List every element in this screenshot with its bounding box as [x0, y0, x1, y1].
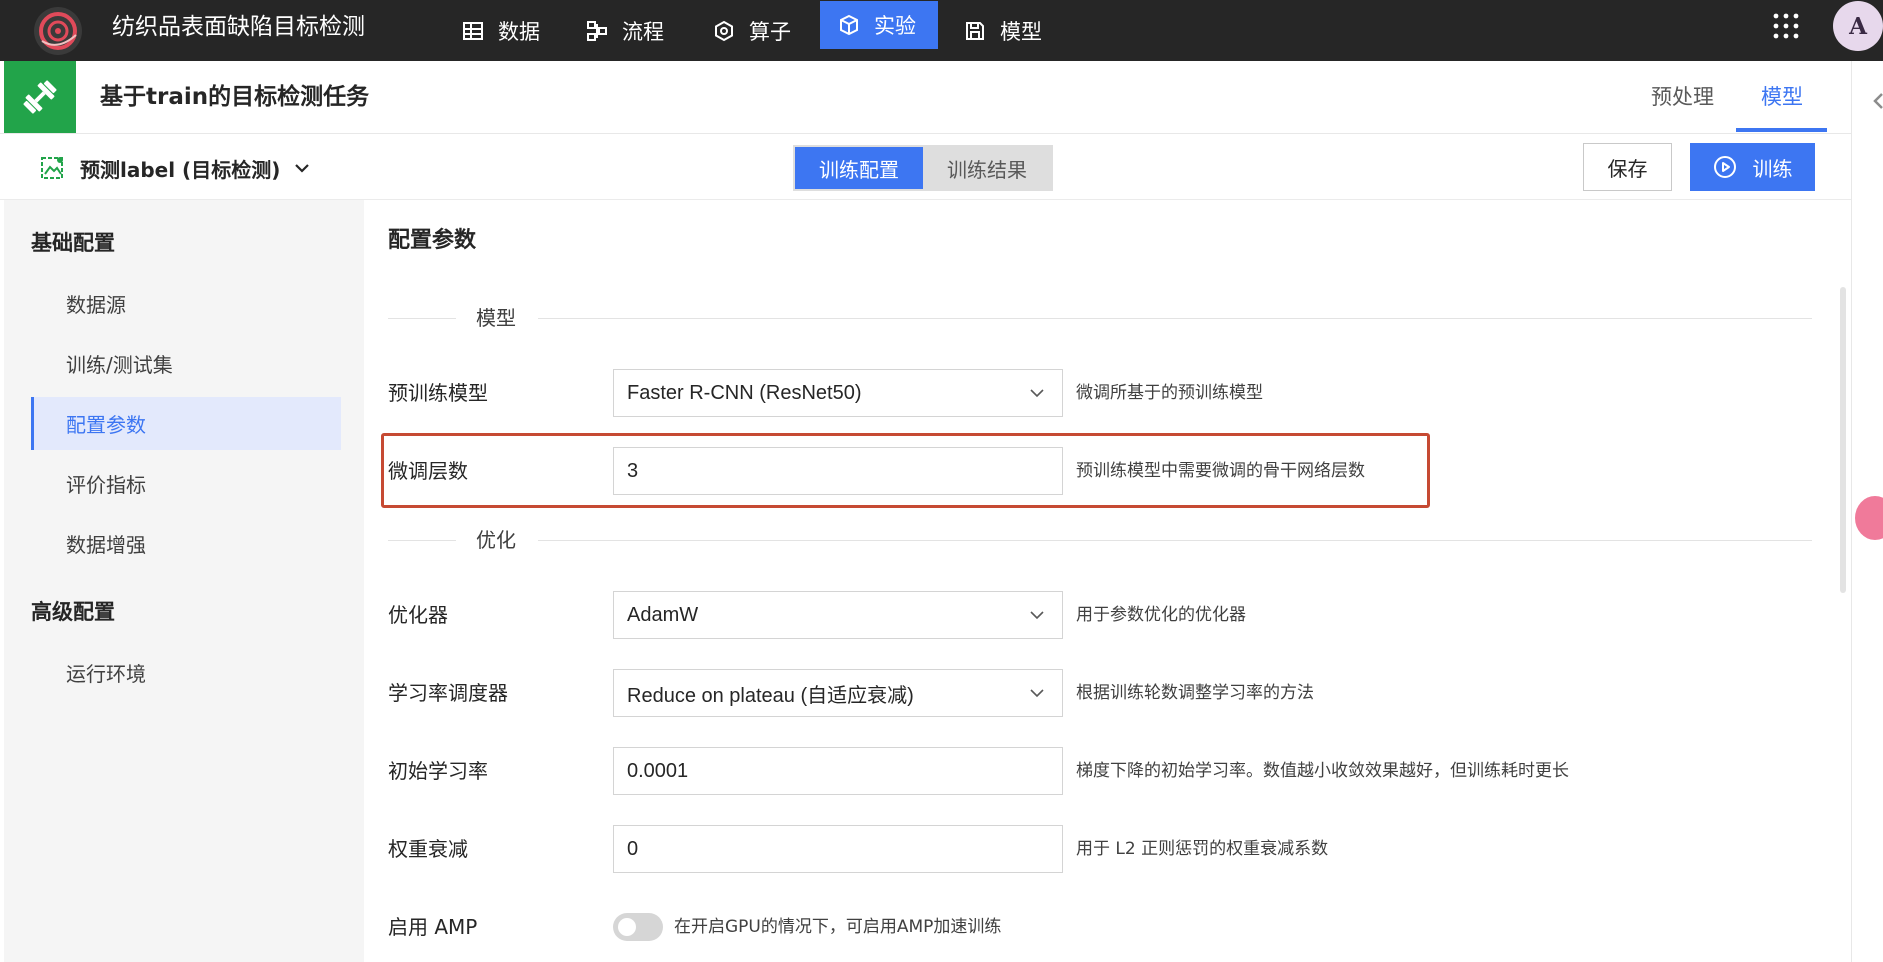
nav-item-label: 算子	[749, 19, 791, 44]
nav-item-experiment[interactable]: 实验	[820, 1, 938, 49]
section-optimization: 优化	[388, 525, 1812, 555]
section-label: 模型	[476, 306, 516, 330]
initial-lr-input[interactable]: 0.0001	[613, 747, 1063, 795]
lr-scheduler-select[interactable]: Reduce on plateau (自适应衰减)	[613, 669, 1063, 717]
dataset-select-label: 预测label (目标检测)	[80, 157, 281, 182]
weight-decay-input[interactable]: 0	[613, 825, 1063, 873]
form-row-lr-scheduler: 学习率调度器 Reduce on plateau (自适应衰减) 根据训练轮数调…	[388, 668, 1808, 718]
divider	[388, 318, 456, 319]
config-sidebar: 基础配置 数据源 训练/测试集 配置参数 评价指标 数据增强 高级配置 运行环境	[4, 200, 364, 962]
scrollbar-thumb[interactable]	[1840, 287, 1846, 593]
highlight-box	[381, 433, 1430, 508]
apps-grid-icon[interactable]	[1772, 12, 1800, 40]
divider	[538, 318, 1812, 319]
segment-train-result[interactable]: 训练结果	[923, 147, 1051, 189]
sidebar-item-config-params[interactable]: 配置参数	[31, 397, 341, 450]
train-button-label: 训练	[1752, 156, 1793, 181]
field-hint: 用于参数优化的优化器	[1076, 605, 1246, 625]
chevron-down-icon	[1030, 611, 1044, 620]
tab-model[interactable]: 模型	[1761, 82, 1803, 112]
flow-icon	[587, 20, 607, 41]
segment-train-config[interactable]: 训练配置	[795, 147, 923, 189]
field-hint: 用于 L2 正则惩罚的权重衰减系数	[1076, 839, 1329, 859]
chevron-left-icon[interactable]	[1871, 92, 1883, 110]
field-label: 权重衰减	[388, 837, 468, 861]
field-hint: 在开启GPU的情况下，可启用AMP加速训练	[674, 917, 1002, 937]
image-detect-icon	[41, 157, 63, 179]
nav-item-label: 实验	[874, 14, 916, 38]
nav-item-flow[interactable]: 流程	[586, 0, 664, 61]
top-navbar: 纺织品表面缺陷目标检测 数据 流程 算子 实验 模型 A	[0, 0, 1883, 61]
dumbbell-icon	[23, 80, 57, 114]
sidebar-item-augmentation[interactable]: 数据增强	[31, 517, 341, 570]
chevron-down-icon	[1030, 689, 1044, 698]
field-label: 预训练模型	[388, 381, 488, 405]
field-hint: 根据训练轮数调整学习率的方法	[1076, 683, 1314, 703]
pretrained-model-select[interactable]: Faster R-CNN (ResNet50)	[613, 369, 1063, 417]
assistant-float-icon[interactable]	[1855, 496, 1883, 540]
tab-preprocess[interactable]: 预处理	[1651, 82, 1714, 112]
page-title: 配置参数	[388, 228, 477, 253]
sidebar-item-runtime-env[interactable]: 运行环境	[31, 646, 341, 699]
select-value: AdamW	[627, 603, 699, 626]
form-row-pretrained-model: 预训练模型 Faster R-CNN (ResNet50) 微调所基于的预训练模…	[388, 368, 1808, 418]
section-model: 模型	[388, 303, 1812, 333]
form-row-optimizer: 优化器 AdamW 用于参数优化的优化器	[388, 590, 1808, 640]
sidebar-group-advanced: 高级配置	[31, 600, 115, 624]
dataset-select[interactable]: 预测label (目标检测)	[40, 152, 310, 184]
chevron-down-icon	[295, 164, 310, 173]
task-title: 基于train的目标检测任务	[100, 84, 370, 110]
sidebar-group-basic: 基础配置	[31, 231, 115, 255]
train-button[interactable]: 训练	[1690, 143, 1815, 191]
sidebar-item-data-source[interactable]: 数据源	[31, 277, 341, 330]
save-icon	[966, 21, 984, 40]
task-icon-box	[4, 61, 76, 133]
user-avatar[interactable]: A	[1833, 1, 1883, 51]
active-tab-indicator	[1736, 128, 1827, 132]
sidebar-item-metrics[interactable]: 评价指标	[31, 457, 341, 510]
form-row-weight-decay: 权重衰减 0 用于 L2 正则惩罚的权重衰减系数	[388, 824, 1808, 874]
header-divider	[0, 133, 1851, 134]
section-label: 优化	[476, 528, 516, 552]
divider	[538, 540, 1812, 541]
field-hint: 微调所基于的预训练模型	[1076, 383, 1263, 403]
panel-divider	[1851, 61, 1852, 962]
select-value: Reduce on plateau (自适应衰减)	[627, 684, 914, 707]
nav-item-label: 流程	[622, 19, 664, 44]
amp-toggle[interactable]	[613, 913, 663, 941]
app-title: 纺织品表面缺陷目标检测	[112, 14, 365, 40]
field-label: 优化器	[388, 603, 448, 627]
input-value: 0	[627, 837, 639, 860]
nav-item-data[interactable]: 数据	[462, 0, 540, 61]
nav-item-label: 模型	[1000, 19, 1042, 44]
input-value: 0.0001	[627, 759, 689, 782]
toggle-knob	[618, 918, 636, 936]
cube-icon	[840, 14, 858, 36]
field-hint: 梯度下降的初始学习率。数值越小收敛效果越好，但训练耗时更长	[1076, 761, 1569, 781]
view-segmented-control: 训练配置 训练结果	[793, 145, 1053, 191]
field-label: 学习率调度器	[388, 681, 508, 705]
nav-item-operator[interactable]: 算子	[713, 0, 791, 61]
form-row-amp: 启用 AMP 在开启GPU的情况下，可启用AMP加速训练	[388, 902, 1808, 952]
form-row-initial-lr: 初始学习率 0.0001 梯度下降的初始学习率。数值越小收敛效果越好，但训练耗时…	[388, 746, 1808, 796]
optimizer-select[interactable]: AdamW	[613, 591, 1063, 639]
field-label: 初始学习率	[388, 759, 488, 783]
chevron-down-icon	[1030, 389, 1044, 398]
nav-item-label: 数据	[498, 19, 540, 44]
select-value: Faster R-CNN (ResNet50)	[627, 381, 862, 404]
app-logo-icon[interactable]	[32, 5, 84, 57]
save-button[interactable]: 保存	[1583, 143, 1672, 191]
operator-icon	[715, 20, 733, 41]
divider	[388, 540, 456, 541]
sidebar-item-train-test-split[interactable]: 训练/测试集	[31, 337, 341, 390]
table-icon	[463, 21, 483, 40]
play-circle-icon	[1713, 156, 1736, 178]
field-label: 启用 AMP	[388, 915, 478, 939]
nav-item-model[interactable]: 模型	[964, 0, 1042, 61]
